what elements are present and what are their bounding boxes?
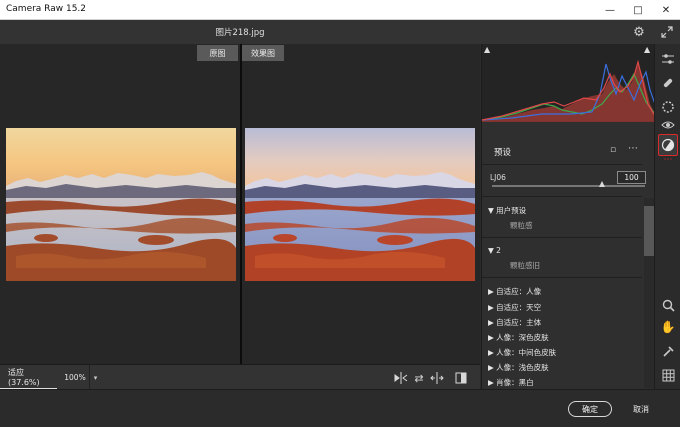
group-label: 2 xyxy=(496,246,501,255)
after-photo xyxy=(245,128,475,281)
preset-group-label: 人像：深色皮肤 xyxy=(496,333,549,342)
tab-before[interactable]: 原图 xyxy=(197,45,238,61)
gear-icon[interactable]: ⚙ xyxy=(630,23,648,41)
presets-scrollbar-thumb[interactable] xyxy=(644,206,654,256)
preset-group-adaptive-sky[interactable]: ▶ 自适应：天空 xyxy=(488,302,541,313)
ok-button[interactable]: 确定 xyxy=(568,401,612,417)
preset-item[interactable]: 颗粒感 xyxy=(510,220,533,231)
title-bar: Camera Raw 15.2 — □ ✕ xyxy=(0,0,680,20)
chevron-down-icon: ▼ xyxy=(488,246,494,255)
preset-group-2[interactable]: ▼ 2 xyxy=(488,246,501,255)
preset-group-portrait-deep[interactable]: ▶ 人像：深色皮肤 xyxy=(488,332,549,343)
preset-group-label: 肖像：黑白 xyxy=(496,378,534,387)
tab-after[interactable]: 效果图 xyxy=(242,45,284,61)
presets-icon[interactable] xyxy=(658,134,678,156)
preset-group-label: 人像：浅色皮肤 xyxy=(496,363,549,372)
chevron-right-icon: ▶ xyxy=(488,333,494,342)
divider xyxy=(482,196,642,197)
slider-thumb[interactable] xyxy=(598,181,605,187)
app-title: Camera Raw 15.2 xyxy=(6,4,87,14)
eyedropper-icon[interactable] xyxy=(659,342,677,360)
divider xyxy=(482,277,642,278)
preset-amount-label: LJ06 xyxy=(490,173,506,182)
compare-view-icon[interactable] xyxy=(392,369,410,387)
maximize-icon[interactable]: □ xyxy=(624,0,652,20)
document-header: 图片218.jpg ⚙ xyxy=(0,20,680,44)
healing-brush-icon[interactable] xyxy=(659,74,677,92)
close-icon[interactable]: ✕ xyxy=(652,0,680,20)
hand-icon[interactable]: ✋ xyxy=(659,318,677,336)
preset-item[interactable]: 颗粒感旧 xyxy=(510,260,540,271)
preset-group-label: 自适应：天空 xyxy=(496,303,542,312)
chevron-down-icon: ▼ xyxy=(488,206,494,215)
preset-group-adaptive-portrait[interactable]: ▶ 自适应：人像 xyxy=(488,286,541,297)
presets-panel: ▲ ▲ 预设 ▫ ⋯ LJ06 100 ▼ 用户预设 颗粒感 ▼ 2 颗粒感旧 … xyxy=(481,44,655,389)
tool-strip: ⋯ ✋ xyxy=(654,44,680,389)
zoom-icon[interactable] xyxy=(659,296,677,314)
copy-settings-icon[interactable] xyxy=(428,369,446,387)
chevron-right-icon: ▶ xyxy=(488,287,494,296)
preset-group-portrait-medium[interactable]: ▶ 人像：中间色皮肤 xyxy=(488,347,556,358)
zoom-fit-button[interactable]: 适应 (37.6%) xyxy=(0,365,57,390)
chevron-right-icon: ▶ xyxy=(488,303,494,312)
chevron-right-icon: ▶ xyxy=(488,378,494,387)
minimize-icon[interactable]: — xyxy=(596,0,624,20)
preset-group-adaptive-subject[interactable]: ▶ 自适应：主体 xyxy=(488,317,541,328)
preset-group-label: 人像：中间色皮肤 xyxy=(496,348,557,357)
presets-title: 预设 xyxy=(494,148,512,158)
chevron-right-icon: ▶ xyxy=(488,363,494,372)
preset-amount-slider[interactable] xyxy=(492,185,645,187)
presets-header: 预设 ▫ ⋯ xyxy=(482,142,655,162)
grid-icon[interactable] xyxy=(659,366,677,384)
expand-icon[interactable] xyxy=(658,23,676,41)
image-canvas[interactable]: 原图 效果图 xyxy=(0,44,480,364)
view-bottom-bar: 适应 (37.6%) 100% ▾ ⇄ xyxy=(0,364,480,390)
group-label: 用户预设 xyxy=(496,206,527,215)
histogram: ▲ ▲ xyxy=(482,44,655,122)
chevron-right-icon: ▶ xyxy=(488,318,494,327)
file-name: 图片218.jpg xyxy=(215,28,265,38)
split-divider[interactable] xyxy=(240,44,242,364)
masking-icon[interactable] xyxy=(659,98,677,116)
edit-sliders-icon[interactable] xyxy=(659,50,677,68)
dialog-footer: 确定 取消 xyxy=(0,389,680,427)
new-preset-icon[interactable]: ▫ xyxy=(610,145,616,155)
more-options-icon[interactable]: ⋯ xyxy=(628,143,638,154)
preset-amount-input[interactable]: 100 xyxy=(617,171,646,184)
preset-group-label: 自适应：主体 xyxy=(496,318,542,327)
chevron-down-icon[interactable]: ▾ xyxy=(89,365,101,390)
zoom-100-button[interactable]: 100% xyxy=(60,365,90,390)
divider xyxy=(482,237,642,238)
swap-icon[interactable]: ⇄ xyxy=(410,369,428,387)
divider xyxy=(482,164,642,165)
toggle-settings-icon[interactable] xyxy=(452,369,470,387)
red-eye-icon[interactable] xyxy=(659,116,677,134)
preset-group-label: 自适应：人像 xyxy=(496,287,542,296)
preset-group-portrait-bw[interactable]: ▶ 肖像：黑白 xyxy=(488,377,534,388)
preset-group-portrait-light[interactable]: ▶ 人像：浅色皮肤 xyxy=(488,362,549,373)
cancel-button[interactable]: 取消 xyxy=(625,401,657,417)
preset-group-user[interactable]: ▼ 用户预设 xyxy=(488,205,526,216)
before-photo xyxy=(6,128,236,281)
chevron-right-icon: ▶ xyxy=(488,348,494,357)
more-tools-icon[interactable]: ⋯ xyxy=(659,155,677,165)
